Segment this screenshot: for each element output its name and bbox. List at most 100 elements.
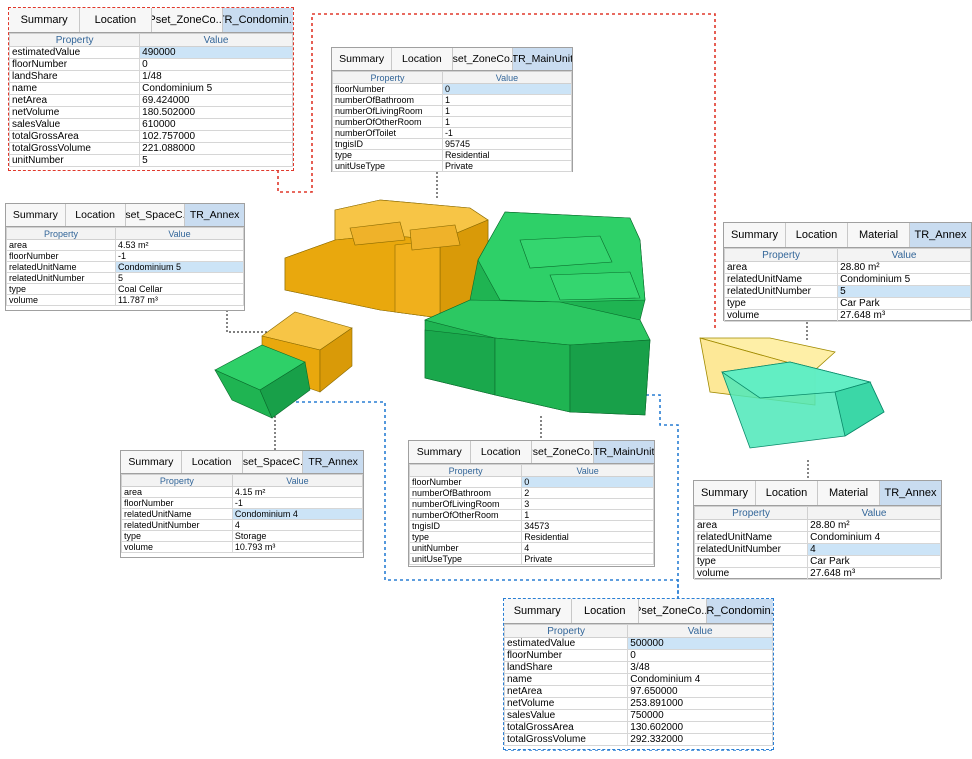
table-row[interactable]: netVolume 180.502000 (8, 106, 293, 119)
value-column-header[interactable]: Value (837, 248, 971, 262)
property-column-header[interactable]: Property (503, 624, 629, 638)
table-row[interactable]: floorNumber -1 (121, 497, 364, 509)
table-row[interactable]: landShare 3/48 (503, 661, 773, 674)
table-row[interactable]: netArea 97.650000 (503, 685, 773, 698)
table-row[interactable]: totalGrossVolume 292.332000 (503, 733, 773, 746)
tab-location[interactable]: Location (182, 451, 243, 473)
value-column-header[interactable]: Value (807, 506, 941, 520)
table-row[interactable]: relatedUnitNumber 4 (693, 543, 941, 556)
tab-location[interactable]: Location (572, 599, 639, 623)
table-row[interactable]: floorNumber 0 (332, 83, 573, 95)
table-row[interactable]: totalGrossArea 130.602000 (503, 721, 773, 734)
table-row[interactable]: netArea 69.424000 (8, 94, 293, 107)
table-row[interactable]: volume 27.648 m³ (693, 567, 941, 580)
tab-pset-zoneco[interactable]: Pset_ZoneCo... (453, 48, 513, 70)
table-row[interactable]: numberOfBathroom 2 (408, 487, 654, 499)
tab-tr-annex[interactable]: TR_Annex (880, 481, 941, 505)
table-row[interactable]: type Residential (332, 149, 573, 161)
table-row[interactable]: floorNumber 0 (503, 649, 773, 662)
value-column-header[interactable]: Value (139, 33, 293, 47)
tab-pset-zoneco[interactable]: Pset_ZoneCo... (532, 441, 594, 463)
table-row[interactable]: numberOfToilet -1 (332, 127, 573, 139)
tab-pset-zoneco[interactable]: Pset_ZoneCo... (639, 599, 707, 623)
table-row[interactable]: name Condominium 5 (8, 82, 293, 95)
table-row[interactable]: relatedUnitName Condominium 5 (723, 273, 971, 286)
tab-location[interactable]: Location (471, 441, 532, 463)
table-row[interactable]: landShare 1/48 (8, 70, 293, 83)
table-row[interactable]: numberOfLivingRoom 1 (332, 105, 573, 117)
table-row[interactable]: area 4.53 m² (5, 239, 244, 251)
table-row[interactable]: numberOfBathroom 1 (332, 94, 573, 106)
tab-pset-zoneco[interactable]: Pset_ZoneCo... (152, 8, 223, 32)
table-row[interactable]: relatedUnitName Condominium 4 (121, 508, 364, 520)
property-column-header[interactable]: Property (121, 474, 233, 487)
table-row[interactable]: netVolume 253.891000 (503, 697, 773, 710)
table-row[interactable]: numberOfOtherRoom 1 (332, 116, 573, 128)
property-column-header[interactable]: Property (693, 506, 809, 520)
tab-tr-annex[interactable]: TR_Annex (185, 204, 244, 226)
table-row[interactable]: type Car Park (723, 297, 971, 310)
value-column-header[interactable]: Value (441, 71, 573, 84)
table-row[interactable]: relatedUnitNumber 5 (723, 285, 971, 298)
tab-material[interactable]: Material (848, 223, 910, 247)
table-row[interactable]: volume 27.648 m³ (723, 309, 971, 322)
table-row[interactable]: name Condominium 4 (503, 673, 773, 686)
tab-tr-condomin[interactable]: TR_Condomin... (706, 599, 773, 623)
tab-material[interactable]: Material (818, 481, 880, 505)
property-column-header[interactable]: Property (723, 248, 839, 262)
tab-summary[interactable]: Summary (121, 451, 182, 473)
tab-summary[interactable]: Summary (332, 48, 393, 70)
tab-location[interactable]: Location (66, 204, 126, 226)
table-row[interactable]: area 4.15 m² (121, 486, 364, 498)
tab-location[interactable]: Location (786, 223, 848, 247)
value-column-header[interactable]: Value (231, 474, 364, 487)
table-row[interactable]: area 28.80 m² (723, 261, 971, 274)
table-row[interactable]: relatedUnitName Condominium 5 (5, 261, 244, 273)
table-row[interactable]: estimatedValue 490000 (8, 46, 293, 59)
table-row[interactable]: totalGrossArea 102.757000 (8, 130, 293, 143)
property-column-header[interactable]: Property (408, 464, 523, 477)
tab-summary[interactable]: Summary (6, 204, 66, 226)
tab-tr-mainunit[interactable]: TR_MainUnit (593, 441, 654, 463)
property-column-header[interactable]: Property (332, 71, 443, 84)
table-row[interactable]: relatedUnitNumber 5 (5, 272, 244, 284)
table-row[interactable]: area 28.80 m² (693, 519, 941, 532)
table-row[interactable]: salesValue 610000 (8, 118, 293, 131)
table-row[interactable]: numberOfLivingRoom 3 (408, 498, 654, 510)
property-column-header[interactable]: Property (8, 33, 141, 47)
tab-tr-annex[interactable]: TR_Annex (303, 451, 363, 473)
tab-tr-condomin[interactable]: TR_Condomin... (222, 8, 293, 32)
table-row[interactable]: volume 10.793 m³ (121, 541, 364, 553)
value-column-header[interactable]: Value (627, 624, 773, 638)
tab-summary[interactable]: Summary (409, 441, 471, 463)
table-row[interactable]: type Coal Cellar (5, 283, 244, 295)
tab-tr-mainunit[interactable]: TR_MainUnit (512, 48, 572, 70)
tab-location[interactable]: Location (80, 8, 152, 32)
tab-location[interactable]: Location (392, 48, 453, 70)
table-row[interactable]: unitUseType Private (332, 160, 573, 172)
tab-summary[interactable]: Summary (694, 481, 756, 505)
value-column-header[interactable]: Value (521, 464, 654, 477)
table-row[interactable]: type Storage (121, 530, 364, 542)
table-row[interactable]: totalGrossVolume 221.088000 (8, 142, 293, 155)
table-row[interactable]: volume 11.787 m³ (5, 294, 244, 306)
tab-pset-spacec[interactable]: Pset_SpaceC... (126, 204, 186, 226)
table-row[interactable]: floorNumber -1 (5, 250, 244, 262)
tab-pset-spacec[interactable]: Pset_SpaceC... (243, 451, 304, 473)
table-row[interactable]: floorNumber 0 (8, 58, 293, 71)
property-column-header[interactable]: Property (5, 227, 117, 240)
table-row[interactable]: relatedUnitName Condominium 4 (693, 531, 941, 544)
table-row[interactable]: relatedUnitNumber 4 (121, 519, 364, 531)
table-row[interactable]: estimatedValue 500000 (503, 637, 773, 650)
table-row[interactable]: tngisID 34573 (408, 520, 654, 532)
value-column-header[interactable]: Value (115, 227, 244, 240)
tab-location[interactable]: Location (756, 481, 818, 505)
table-row[interactable]: tngisID 95745 (332, 138, 573, 150)
table-row[interactable]: type Car Park (693, 555, 941, 568)
table-row[interactable]: salesValue 750000 (503, 709, 773, 722)
table-row[interactable]: floorNumber 0 (408, 476, 654, 488)
tab-summary[interactable]: Summary (9, 8, 81, 32)
tab-summary[interactable]: Summary (724, 223, 786, 247)
tab-summary[interactable]: Summary (504, 599, 572, 623)
table-row[interactable]: unitNumber 4 (408, 542, 654, 554)
